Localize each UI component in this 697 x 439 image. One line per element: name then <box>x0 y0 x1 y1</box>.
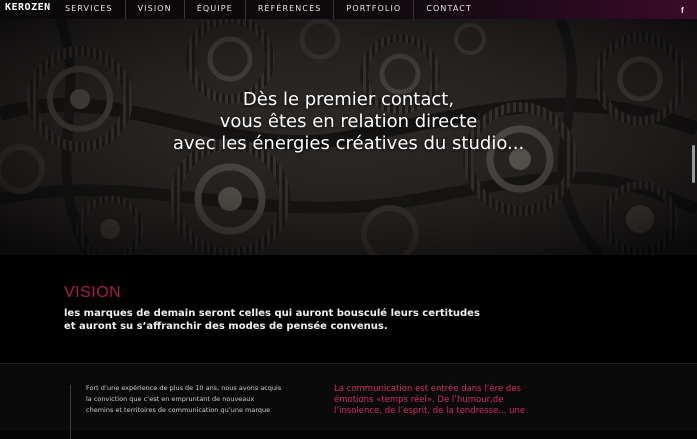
menu-item-vision[interactable]: VISION <box>124 0 184 19</box>
experience-line-1: Fort d’une expérience de plus de 10 ans,… <box>86 384 282 392</box>
communication-line-1: La communication est entrée dans l’ère d… <box>334 384 521 394</box>
experience-line-2: la conviction que c’est en empruntant de… <box>86 395 255 403</box>
main-menu: SERVICES VISION ÉQUIPE RÉFÉRENCES PORTFO… <box>53 0 484 19</box>
facebook-icon[interactable]: f <box>681 6 684 15</box>
hero-line-2: vous êtes en relation directe <box>219 111 478 132</box>
kerozen-logo[interactable]: KEROZEN <box>5 2 51 13</box>
vision-lead-line-2: et auront su s’affranchir des modes de p… <box>64 321 388 332</box>
menu-item-references[interactable]: RÉFÉRENCES <box>244 0 334 19</box>
page-scrollbar[interactable] <box>692 145 695 183</box>
experience-text: Fort d’une expérience de plus de 10 ans,… <box>70 383 298 439</box>
hero-line-1: Dès le premier contact, <box>242 89 455 110</box>
divider <box>70 385 71 439</box>
about-section: Fort d’une expérience de plus de 10 ans,… <box>0 363 697 439</box>
menu-item-services[interactable]: SERVICES <box>53 0 125 19</box>
vision-lead-line-1: les marques de demain seront celles qui … <box>64 308 480 319</box>
vision-title: VISION <box>64 284 122 301</box>
communication-line-2: émotions «temps réel». De l’humour,de <box>334 395 504 405</box>
experience-line-3: chemins et territoires de communication … <box>86 406 271 414</box>
hero-headline: Dès le premier contact, vous êtes en rel… <box>0 89 697 155</box>
hero-line-3: avec les énergies créatives du studio... <box>172 133 525 154</box>
communication-line-3: l’insolence, de l’esprit, de la tendress… <box>334 406 526 416</box>
communication-text: La communication est entrée dans l’ère d… <box>334 384 554 417</box>
hero-banner: Dès le premier contact, vous êtes en rel… <box>0 19 697 255</box>
menu-item-contact[interactable]: CONTACT <box>413 0 484 19</box>
vision-section: VISION les marques de demain seront cell… <box>0 255 697 363</box>
menu-item-equipe[interactable]: ÉQUIPE <box>183 0 245 19</box>
vision-lead: les marques de demain seront celles qui … <box>64 307 484 333</box>
menu-item-portfolio[interactable]: PORTFOLIO <box>333 0 413 19</box>
top-nav: KEROZEN SERVICES VISION ÉQUIPE RÉFÉRENCE… <box>0 0 697 19</box>
